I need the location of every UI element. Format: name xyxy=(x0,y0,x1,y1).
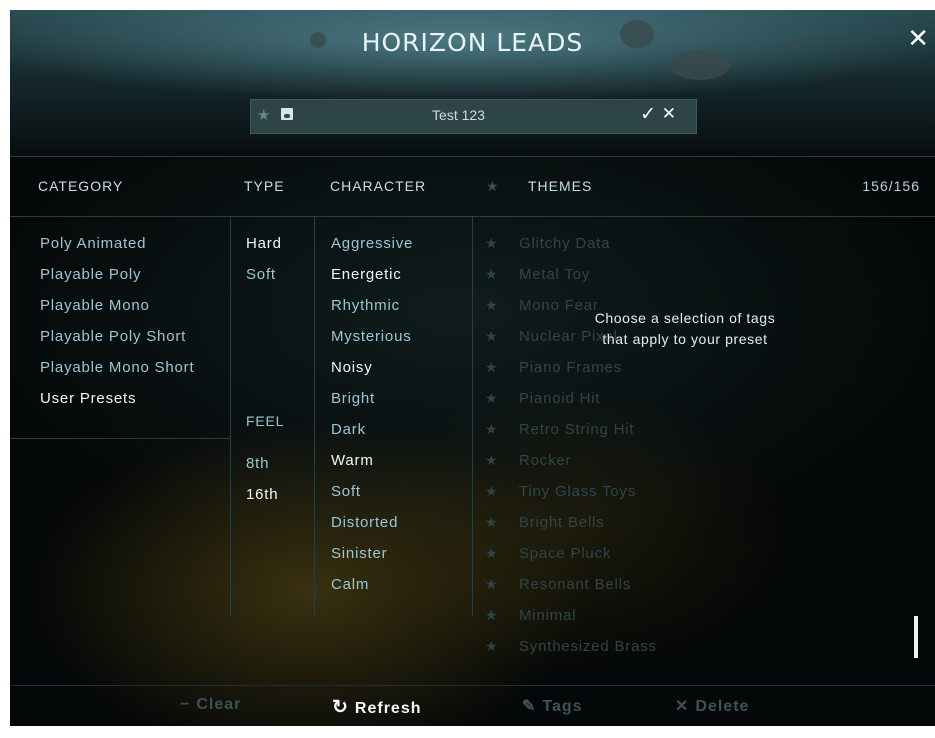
save-icon[interactable] xyxy=(281,108,293,120)
feel-header: FEEL xyxy=(246,413,285,429)
category-item[interactable]: Playable Mono Short xyxy=(40,359,194,376)
star-icon[interactable]: ★ xyxy=(485,329,498,345)
clear-button[interactable]: − Clear xyxy=(180,696,241,714)
preset-name-field[interactable]: Test 123 xyxy=(311,107,606,123)
theme-item[interactable]: Retro String Hit xyxy=(519,421,634,438)
refresh-label: Refresh xyxy=(354,700,422,717)
character-item[interactable]: Noisy xyxy=(331,359,373,376)
clear-label: Clear xyxy=(196,696,242,713)
theme-item[interactable]: Bright Bells xyxy=(519,514,604,531)
star-icon[interactable]: ★ xyxy=(485,298,498,314)
category-header: CATEGORY xyxy=(38,178,124,194)
refresh-icon: ↻ xyxy=(332,697,349,718)
theme-item[interactable]: Metal Toy xyxy=(519,266,590,283)
hint-line: that apply to your preset xyxy=(602,331,768,347)
preset-browser-window: HORIZON LEADS ✕ ★ Test 123 ✓ ✕ CATEGORY … xyxy=(10,10,935,726)
footer-toolbar: − Clear ↻ Refresh ✎ Tags ✕ Delete xyxy=(10,685,935,726)
theme-item[interactable]: Pianoid Hit xyxy=(519,390,600,407)
theme-item[interactable]: Synthesized Brass xyxy=(519,638,657,655)
star-icon[interactable]: ★ xyxy=(486,178,500,195)
star-icon[interactable]: ★ xyxy=(257,106,270,124)
preset-name-bar[interactable]: ★ Test 123 ✓ ✕ xyxy=(250,99,697,134)
theme-item[interactable]: Rocker xyxy=(519,452,571,469)
star-icon[interactable]: ★ xyxy=(485,515,498,531)
star-icon[interactable]: ★ xyxy=(485,484,498,500)
column-header-row: CATEGORY TYPE CHARACTER ★ THEMES 156/156 xyxy=(10,156,935,216)
preset-count: 156/156 xyxy=(862,178,920,194)
close-icon[interactable]: ✕ xyxy=(907,24,929,54)
category-item[interactable]: Playable Mono xyxy=(40,297,150,314)
cancel-icon[interactable]: ✕ xyxy=(662,104,676,124)
divider xyxy=(10,156,935,157)
character-item[interactable]: Sinister xyxy=(331,545,387,562)
type-item[interactable]: Hard xyxy=(246,235,282,252)
theme-item[interactable]: Space Pluck xyxy=(519,545,611,562)
star-icon[interactable]: ★ xyxy=(485,608,498,624)
category-item[interactable]: User Presets xyxy=(40,390,136,407)
refresh-button[interactable]: ↻ Refresh xyxy=(332,696,422,719)
star-icon[interactable]: ★ xyxy=(485,546,498,562)
star-icon[interactable]: ★ xyxy=(485,267,498,283)
character-item[interactable]: Bright xyxy=(331,390,375,407)
theme-item[interactable]: Minimal xyxy=(519,607,576,624)
delete-button[interactable]: ✕ Delete xyxy=(675,696,749,716)
star-icon[interactable]: ★ xyxy=(485,453,498,469)
character-item[interactable]: Dark xyxy=(331,421,366,438)
character-item[interactable]: Aggressive xyxy=(331,235,413,252)
x-icon: ✕ xyxy=(675,698,690,715)
star-icon[interactable]: ★ xyxy=(485,360,498,376)
theme-item[interactable]: Tiny Glass Toys xyxy=(519,483,636,500)
divider xyxy=(10,438,230,439)
theme-item[interactable]: Piano Frames xyxy=(519,359,622,376)
divider xyxy=(230,216,231,616)
delete-label: Delete xyxy=(695,698,750,715)
star-icon[interactable]: ★ xyxy=(485,391,498,407)
character-header: CHARACTER xyxy=(330,178,427,194)
tags-button[interactable]: ✎ Tags xyxy=(522,696,583,716)
star-icon[interactable]: ★ xyxy=(485,577,498,593)
character-item[interactable]: Distorted xyxy=(331,514,398,531)
category-item[interactable]: Poly Animated xyxy=(40,235,146,252)
tags-label: Tags xyxy=(542,698,583,715)
themes-header: THEMES xyxy=(528,178,593,194)
theme-item[interactable]: Resonant Bells xyxy=(519,576,631,593)
character-item[interactable]: Soft xyxy=(331,483,361,500)
type-header: TYPE xyxy=(244,178,285,194)
category-item[interactable]: Playable Poly xyxy=(40,266,141,283)
type-item[interactable]: Soft xyxy=(246,266,276,283)
character-item[interactable]: Warm xyxy=(331,452,374,469)
character-item[interactable]: Rhythmic xyxy=(331,297,400,314)
divider xyxy=(314,216,315,616)
minus-icon: − xyxy=(180,696,191,713)
tag-hint-overlay: Choose a selection of tags that apply to… xyxy=(555,308,815,350)
star-icon[interactable]: ★ xyxy=(485,639,498,655)
header-banner: HORIZON LEADS ✕ ★ Test 123 ✓ ✕ xyxy=(10,10,935,156)
scrollbar-handle[interactable] xyxy=(914,616,918,658)
hint-line: Choose a selection of tags xyxy=(594,310,776,326)
divider xyxy=(472,216,473,616)
pencil-icon: ✎ xyxy=(522,698,537,715)
check-icon[interactable]: ✓ xyxy=(640,103,656,125)
feel-item[interactable]: 16th xyxy=(246,486,278,503)
character-item[interactable]: Energetic xyxy=(331,266,402,283)
star-icon[interactable]: ★ xyxy=(485,422,498,438)
theme-item[interactable]: Glitchy Data xyxy=(519,235,610,252)
app-title: HORIZON LEADS xyxy=(361,28,584,57)
character-item[interactable]: Calm xyxy=(331,576,369,593)
star-icon[interactable]: ★ xyxy=(485,236,498,252)
feel-item[interactable]: 8th xyxy=(246,455,269,472)
character-item[interactable]: Mysterious xyxy=(331,328,412,345)
category-item[interactable]: Playable Poly Short xyxy=(40,328,186,345)
